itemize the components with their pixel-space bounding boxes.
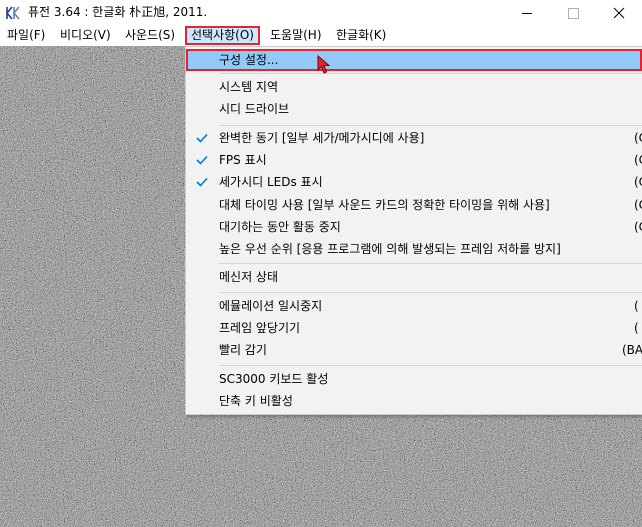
- menu-item-idle-when-waiting[interactable]: 대기하는 동안 활동 중지 (C: [186, 216, 642, 238]
- menu-item-show-fps[interactable]: FPS 표시 (C: [186, 149, 642, 171]
- minimize-button[interactable]: [504, 0, 550, 26]
- menu-divider: [219, 292, 642, 293]
- menu-help[interactable]: 도움말(H): [266, 26, 326, 45]
- close-icon: [613, 7, 625, 19]
- menu-item-system-region[interactable]: 시스템 지역: [186, 76, 642, 98]
- maximize-button[interactable]: [550, 0, 596, 26]
- title-bar[interactable]: 퓨전 3.64 : 한글화 朴正旭, 2011.: [0, 0, 642, 26]
- menu-item-fast-forward[interactable]: 빨리 감기 (BAC: [186, 339, 642, 361]
- menu-item-pause-emulation[interactable]: 에뮬레이션 일시중지 (: [186, 295, 642, 317]
- menu-item-disable-hotkeys[interactable]: 단축 키 비활성: [186, 390, 642, 412]
- menu-item-show-segacd-leds[interactable]: 세가시디 LEDs 표시 (C: [186, 171, 642, 193]
- menu-item-config[interactable]: 구성 설정...: [186, 49, 642, 71]
- menu-item-frame-advance[interactable]: 프레임 앞당기기 (: [186, 317, 642, 339]
- menu-item-messenger-status[interactable]: 메신저 상태: [186, 266, 642, 288]
- menu-divider: [219, 73, 642, 74]
- options-dropdown-menu: 구성 설정... 시스템 지역 시디 드라이브 완벽한 동기 [일부 세가/메가…: [185, 46, 642, 415]
- menu-divider: [219, 125, 642, 126]
- menu-divider: [219, 263, 642, 264]
- window-title: 퓨전 3.64 : 한글화 朴正旭, 2011.: [28, 5, 208, 19]
- menu-item-perfect-sync[interactable]: 완벽한 동기 [일부 세가/메가시디에 사용] (C: [186, 127, 642, 149]
- menu-item-sc3000-keyboard[interactable]: SC3000 키보드 활성: [186, 368, 642, 390]
- maximize-icon: [568, 8, 579, 19]
- menu-file[interactable]: 파일(F): [3, 26, 49, 45]
- menu-korean[interactable]: 한글화(K): [332, 26, 390, 45]
- menu-item-high-priority[interactable]: 높은 우선 순위 [응용 프로그램에 의해 발생되는 프레임 저하를 방지]: [186, 238, 642, 260]
- minimize-icon: [522, 13, 532, 14]
- checkmark-icon: [196, 177, 208, 187]
- checkmark-icon: [196, 133, 208, 143]
- emulator-window: 퓨전 3.64 : 한글화 朴正旭, 2011. 파일(F) 비디오(V) 사운…: [0, 0, 642, 527]
- menu-item-cd-drive[interactable]: 시디 드라이브: [186, 98, 642, 120]
- menu-bar: 파일(F) 비디오(V) 사운드(S) 선택사항(O) 도움말(H) 한글화(K…: [0, 26, 642, 45]
- menu-sound[interactable]: 사운드(S): [121, 26, 179, 45]
- menu-divider: [219, 365, 642, 366]
- menu-item-alternate-timing[interactable]: 대체 타이밍 사용 [일부 사운드 카드의 정확한 타이밍을 위해 사용] (C: [186, 194, 642, 216]
- close-button[interactable]: [596, 0, 642, 26]
- menu-video[interactable]: 비디오(V): [56, 26, 115, 45]
- fusion-app-icon: [6, 6, 22, 20]
- menu-options[interactable]: 선택사항(O): [185, 26, 260, 45]
- checkmark-icon: [196, 155, 208, 165]
- mouse-cursor-icon: [317, 55, 331, 74]
